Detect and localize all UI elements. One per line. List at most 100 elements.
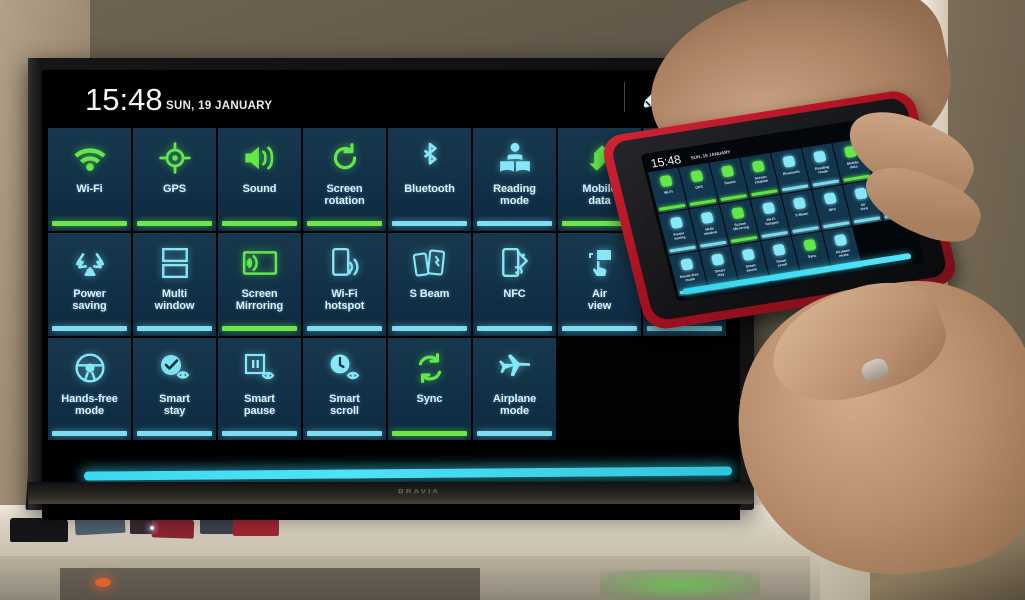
tile-wifi-hotspot[interactable]: Wi-Fi hotspot (303, 233, 386, 336)
smart-pause-icon (740, 246, 755, 264)
tile-gps[interactable]: GPS (133, 128, 216, 231)
tile-state-indicator (52, 326, 127, 331)
phone-tile-label: Sound (723, 179, 736, 186)
phone-tile-label: NFC (828, 207, 837, 213)
tile-label: NFC (503, 288, 526, 300)
phone-tile-label: Multi window (703, 226, 718, 237)
airplane-mode-icon (498, 347, 532, 389)
tile-label: Bluetooth (404, 183, 455, 195)
tile-label: Sound (242, 183, 277, 195)
set-top-box (10, 518, 68, 542)
power-saving-icon (669, 214, 684, 232)
sync-icon (414, 347, 446, 389)
reading-mode-icon (812, 148, 827, 166)
brightness-slider[interactable] (83, 466, 733, 481)
s-beam-icon (791, 194, 806, 212)
tile-nfc[interactable]: NFC (473, 233, 556, 336)
tv-stand-shelf (60, 568, 480, 600)
phone-tile-label: Hands-free mode (679, 272, 700, 283)
sync-icon (802, 236, 817, 254)
tile-label: Airplane mode (492, 393, 537, 417)
multi-window-icon (161, 242, 189, 284)
wifi-hotspot-icon (329, 242, 361, 284)
tile-screen-mirroring[interactable]: Screen Mirroring (218, 233, 301, 336)
bluetooth-icon (417, 137, 443, 179)
sound-icon (720, 162, 735, 180)
smart-pause-icon (243, 347, 277, 389)
tile-state-indicator (137, 431, 212, 436)
multi-window-icon (699, 209, 714, 227)
bluetooth-icon (781, 153, 796, 171)
tile-label: Hands-free mode (61, 393, 118, 417)
s-beam-icon (412, 242, 447, 284)
phone-tile-label: Airplane mode (835, 248, 851, 258)
screen-rotation-icon (750, 157, 765, 175)
tile-state-indicator (137, 221, 212, 226)
tile-state-indicator (562, 326, 637, 331)
tile-screen-rotation[interactable]: Screen rotation (303, 128, 386, 231)
stand-glow (600, 570, 760, 600)
tile-reading-mode[interactable]: Reading mode (473, 128, 556, 231)
tv-lower-bezel (28, 482, 754, 504)
tile-state-indicator (392, 326, 467, 331)
tile-state-indicator (137, 326, 212, 331)
wifi-icon (658, 172, 673, 190)
tile-state-indicator (307, 326, 382, 331)
tile-state-indicator (222, 431, 297, 436)
wifi-hotspot-icon (761, 199, 776, 217)
tile-s-beam[interactable]: S Beam (388, 233, 471, 336)
tile-label: Smart pause (243, 393, 276, 417)
phone-tile-label: Sync (807, 253, 817, 259)
tile-smart-pause[interactable]: Smart pause (218, 338, 301, 441)
tile-multi-window[interactable]: Multi window (133, 233, 216, 336)
tile-smart-stay[interactable]: Smart stay (133, 338, 216, 441)
tile-sync[interactable]: Sync (388, 338, 471, 441)
tile-airplane-mode[interactable]: Airplane mode (473, 338, 556, 441)
screen-rotation-icon (329, 137, 361, 179)
tile-state-indicator (477, 221, 552, 226)
phone-date: SUN, 19 JANUARY (690, 149, 731, 161)
tile-label: Power saving (72, 288, 107, 312)
tile-state-indicator (222, 326, 297, 331)
device-led (95, 578, 111, 587)
smart-scroll-icon (771, 241, 786, 259)
tile-state-indicator (307, 221, 382, 226)
phone-tile-label: Smart pause (745, 263, 758, 273)
date-label: SUN, 19 JANUARY (166, 100, 273, 112)
divider (624, 82, 625, 112)
phone-tile-label: Wi-Fi hotspot (764, 216, 780, 227)
tile-label: Air view (587, 288, 612, 312)
tile-smart-scroll[interactable]: Smart scroll (303, 338, 386, 441)
tile-bluetooth[interactable]: Bluetooth (388, 128, 471, 231)
smart-scroll-icon (328, 347, 362, 389)
tile-hands-free-mode[interactable]: Hands-free mode (48, 338, 131, 441)
airplane-mode-icon (833, 231, 848, 249)
tile-state-indicator (392, 431, 467, 436)
tile-sound[interactable]: Sound (218, 128, 301, 231)
tile-label: Smart stay (159, 393, 190, 417)
tile-state-indicator (307, 431, 382, 436)
wifi-icon (72, 137, 108, 179)
screen-mirroring-icon (730, 204, 745, 222)
power-saving-icon (73, 242, 107, 284)
reading-mode-icon (498, 137, 532, 179)
tile-label: Wi-Fi hotspot (324, 288, 365, 312)
screen-mirroring-icon (242, 242, 278, 284)
phone-tile-label: Air view (859, 202, 869, 212)
tile-label: Reading mode (493, 183, 536, 207)
phone-tile-label: Smart stay (714, 268, 726, 278)
phone-tile-label: Wi-Fi (663, 189, 674, 195)
tile-wifi[interactable]: Wi-Fi (48, 128, 131, 231)
tile-state-indicator (477, 326, 552, 331)
clock: 15:48 (85, 82, 163, 117)
tile-power-saving[interactable]: Power saving (48, 233, 131, 336)
room-background: SAMSUNG 15:48 SUN, 19 JANUARY (0, 0, 1025, 600)
tile-label: Wi-Fi (76, 183, 103, 195)
gps-icon (689, 167, 704, 185)
toy-car (151, 517, 195, 539)
phone-tile-label: Screen rotation (754, 174, 769, 185)
phone-tile-state-indicator (853, 216, 881, 224)
tile-state-indicator (52, 221, 127, 226)
tv-model-logo: BRAVIA (398, 487, 441, 496)
gps-icon (158, 137, 191, 179)
